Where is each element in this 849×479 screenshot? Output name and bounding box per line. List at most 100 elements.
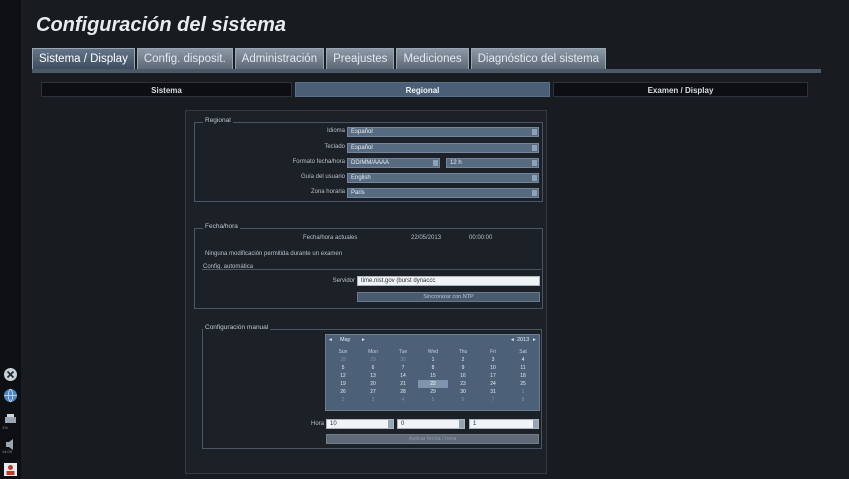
calendar-day[interactable]: 30 [448,388,478,396]
calendar-day[interactable]: 20 [358,380,388,388]
calendar-day[interactable]: 8 [508,396,538,404]
calendar-day[interactable]: 28 [388,388,418,396]
calendar-day[interactable]: 8 [418,364,448,372]
weekday-label: Tue [398,349,408,355]
calendar-day[interactable]: 24 [478,380,508,388]
spinner-arrows-icon[interactable] [533,420,538,428]
left-dock: 1% 14:09 [0,0,21,479]
calendar-day[interactable]: 5 [418,396,448,404]
calendar-day[interactable]: 4 [508,356,538,364]
dock-time: 14:09 [2,449,13,454]
calendar-day[interactable]: 31 [478,388,508,396]
guia-select[interactable]: English [347,173,539,183]
speaker-icon[interactable] [3,437,18,450]
tab-preajustes[interactable]: Preajustes [326,48,395,69]
calendar-day[interactable]: 13 [358,372,388,380]
formato-label: Formato fecha/hora [292,159,345,165]
calendar-day[interactable]: 21 [388,380,418,388]
formato-fecha-value: DD/MM/AAAA [351,160,390,166]
calendar-day[interactable]: 3 [358,396,388,404]
calendar-day[interactable]: 19 [328,380,358,388]
chevron-down-icon [433,160,438,166]
idioma-label: Idioma [326,128,345,134]
teclado-select[interactable]: Español [347,143,539,153]
weekday-label: Thu [458,349,468,355]
calendar-month[interactable]: May [340,336,350,344]
calendar-day[interactable]: 30 [388,356,418,364]
subtab-examen-display[interactable]: Examen / Display [553,82,808,97]
spinner-arrows-icon[interactable] [459,420,464,428]
sync-ntp-button[interactable]: Sincronizar con NTP [357,292,540,302]
weekday-label: Fri [490,349,496,355]
spinner-arrows-icon[interactable] [388,420,393,428]
calendar-day[interactable]: 16 [448,372,478,380]
calendar-day[interactable]: 29 [418,388,448,396]
tab-sistema-display[interactable]: Sistema / Display [32,48,135,69]
calendar-grid: Sun Mon Tue Wed Thu Fri Sat 28 29 30 1 2… [328,348,538,404]
servidor-input[interactable]: time.nist.gov (burst dynaccc [357,276,540,286]
tab-config-disposit[interactable]: Config. disposit. [136,48,233,69]
globe-icon[interactable] [3,388,18,403]
calendar-day[interactable]: 17 [478,372,508,380]
calendar-day[interactable]: 9 [448,364,478,372]
apply-date-time-button[interactable]: Aplicar fecha / hora [326,434,539,444]
next-month-arrow-icon[interactable]: ▸ [362,336,365,344]
chevron-down-icon [532,175,537,181]
calendar-year[interactable]: 2013 [517,336,529,344]
main-tabs: Sistema / Display Config. disposit. Admi… [32,48,608,69]
hour-spinner[interactable]: 10 [326,419,394,429]
servidor-label: Servidor [332,278,355,284]
prev-year-arrow-icon[interactable]: ◂ [511,336,514,344]
calendar-day[interactable]: 18 [508,372,538,380]
zona-select[interactable]: Paris [347,188,539,198]
tab-mediciones[interactable]: Mediciones [396,48,469,69]
calendar-day[interactable]: 5 [328,364,358,372]
calendar-day[interactable]: 11 [508,364,538,372]
calendar-day[interactable]: 27 [358,388,388,396]
page-title: Configuración del sistema [36,14,287,36]
calendar-day[interactable]: 25 [508,380,538,388]
fechahora-warning: Ninguna modificación permitida durante u… [205,251,343,257]
calendar-day[interactable]: 10 [478,364,508,372]
formato-hora-select[interactable]: 12 h [446,158,539,168]
guia-label: Guía del usuario [300,174,345,180]
period-spinner[interactable]: 1 [469,419,539,429]
calendar-day[interactable]: 1 [418,356,448,364]
calendar-day[interactable]: 28 [328,356,358,364]
calendar-day[interactable]: 23 [448,380,478,388]
tab-administracion[interactable]: Administración [234,48,325,69]
fechahora-actual-label: Fecha/hora actuales [303,235,358,241]
calendar-day[interactable]: 12 [328,372,358,380]
calendar-day[interactable]: 15 [418,372,448,380]
minute-spinner[interactable]: 0 [397,419,465,429]
prev-month-arrow-icon[interactable]: ◂ [329,336,332,344]
calendar-day[interactable]: 6 [448,396,478,404]
idioma-select[interactable]: Español [347,127,539,137]
auto-divider [202,269,541,270]
calendar-day[interactable]: 14 [388,372,418,380]
calendar-day[interactable]: 29 [358,356,388,364]
next-year-arrow-icon[interactable]: ▸ [533,336,536,344]
calendar-day[interactable]: 4 [388,396,418,404]
calendar-day[interactable]: 3 [478,356,508,364]
formato-fecha-select[interactable]: DD/MM/AAAA [347,158,440,168]
calendar-day[interactable]: 7 [478,396,508,404]
calendar: ◂ May ▸ ◂ 2013 ▸ Sun Mon Tue Wed Thu Fri… [325,334,540,411]
weekday-label: Sat [519,349,527,355]
user-icon[interactable] [3,462,18,476]
close-circle-icon[interactable] [3,367,18,382]
calendar-day[interactable]: 2 [448,356,478,364]
calendar-day[interactable]: 7 [388,364,418,372]
guia-value: English [351,175,371,181]
manual-group-title: Configuración manual [203,324,271,331]
printer-icon[interactable] [3,412,18,424]
subtab-sistema[interactable]: Sistema [41,82,292,97]
chevron-down-icon [532,145,537,151]
calendar-day[interactable]: 6 [358,364,388,372]
calendar-day[interactable]: 2 [328,396,358,404]
tab-diagnostico[interactable]: Diagnóstico del sistema [470,48,607,69]
calendar-day[interactable]: 1 [508,388,538,396]
subtab-regional[interactable]: Regional [295,82,550,97]
calendar-day[interactable]: 26 [328,388,358,396]
calendar-day-selected[interactable]: 22 [418,380,448,388]
